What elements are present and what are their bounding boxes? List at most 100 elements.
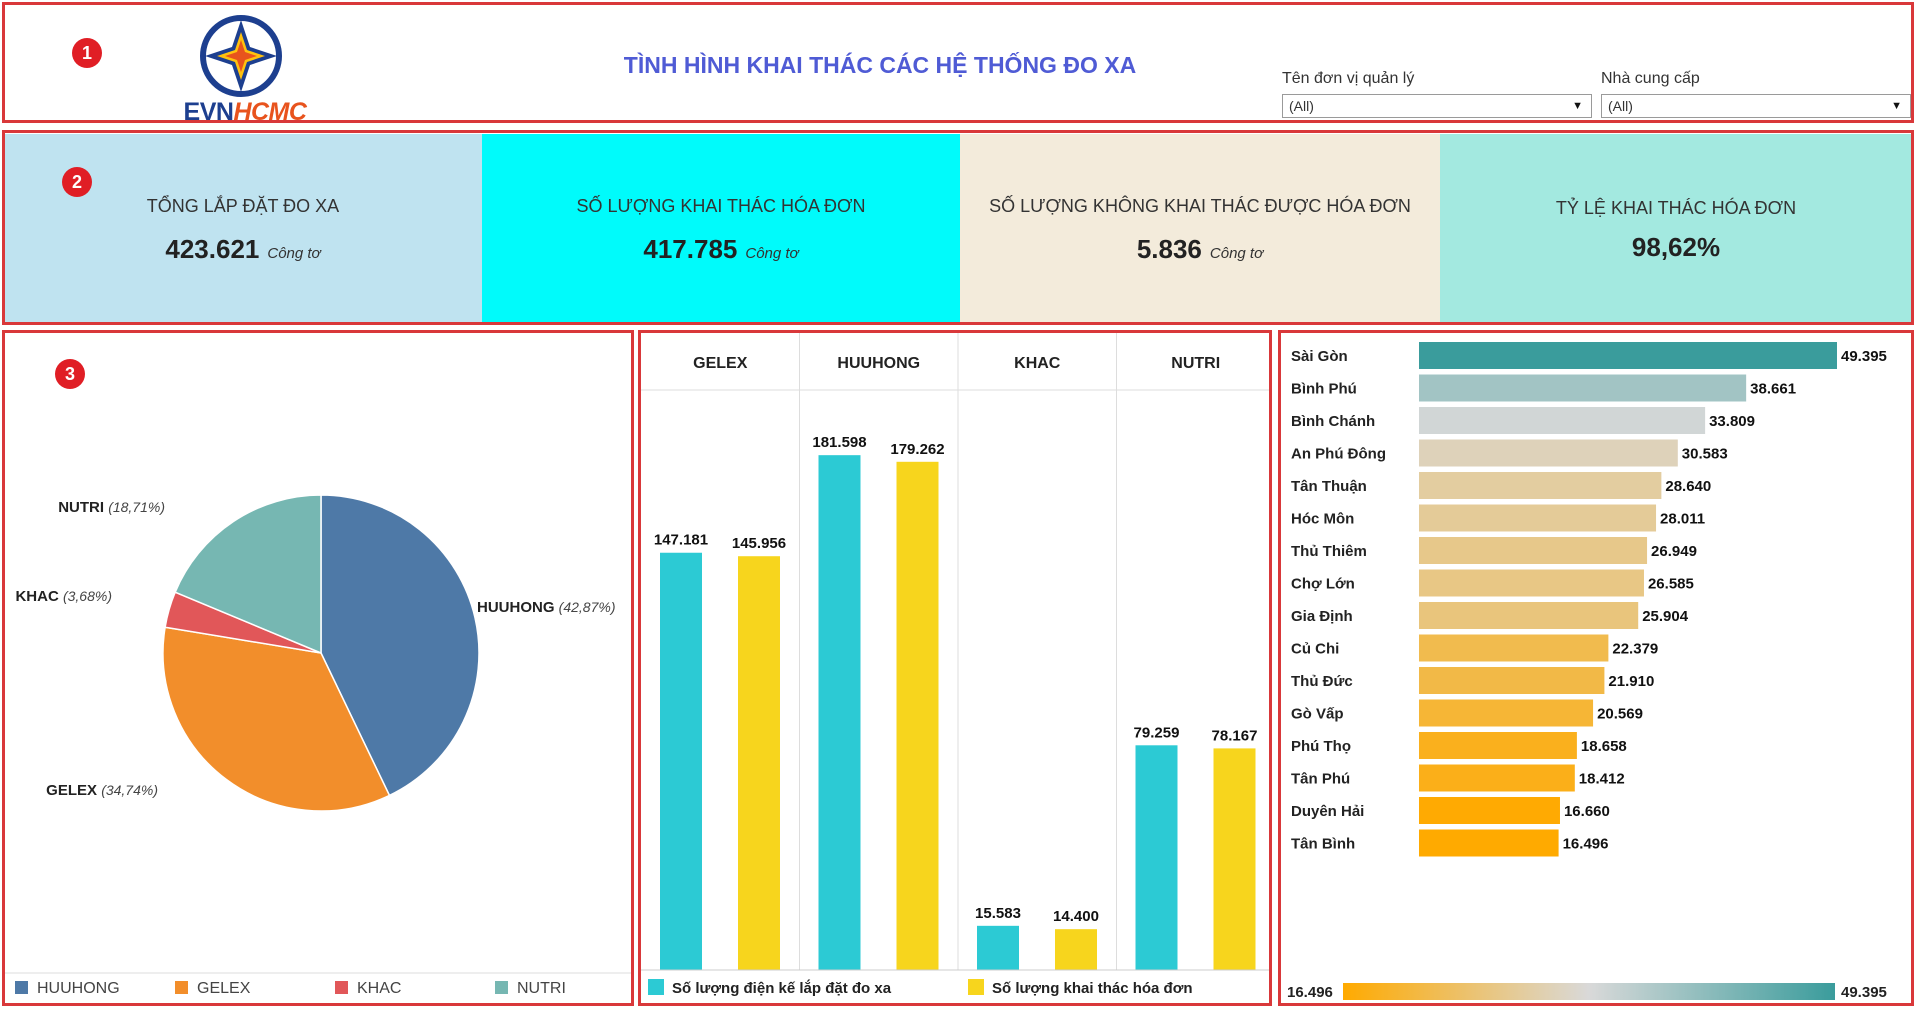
filter-don-vi-label: Tên đơn vị quản lý (1282, 70, 1415, 87)
hbar-bar[interactable] (1419, 732, 1577, 759)
color-scale-bar (1343, 983, 1835, 1000)
hbar-value-label: 16.496 (1563, 836, 1609, 853)
bar-chart: GELEX 147.181 145.956 HUUHONG 181.598 179.262… (641, 333, 1269, 997)
hbar-bar[interactable] (1419, 634, 1609, 662)
hbar-value-label: 18.412 (1579, 771, 1625, 788)
hbar-value-label: 26.949 (1651, 543, 1697, 560)
chevron-down-icon: ▼ (1891, 100, 1902, 112)
bar-category-huuhong: HUUHONG (837, 355, 920, 372)
bar-category-nutri: NUTRI (1171, 355, 1220, 372)
filter-nha-cung-cap: Nhà cung cấp (All) ▼ (1601, 70, 1911, 118)
hbar-bar[interactable] (1419, 602, 1639, 629)
hbar-value-label: 21.910 (1608, 673, 1654, 690)
hbar-category-label: Tân Phú (1291, 771, 1350, 788)
filter-don-vi-select[interactable]: (All) ▼ (1282, 94, 1592, 118)
chevron-down-icon: ▼ (1572, 100, 1583, 112)
color-scale-min-label: 16.496 (1287, 984, 1333, 1001)
filter-nha-cung-cap-label: Nhà cung cấp (1601, 70, 1700, 87)
bar-nutri-s2[interactable] (1213, 748, 1256, 970)
legend-label-gelex: GELEX (197, 980, 251, 997)
hbar-bar[interactable] (1419, 407, 1706, 434)
bar-nutri-s1[interactable] (1135, 745, 1178, 970)
hbar-category-label: Thủ Thiêm (1291, 543, 1367, 560)
hbar-bar[interactable] (1419, 829, 1559, 857)
legend-swatch-nutri (495, 981, 508, 994)
legend-label-series-2: Số lượng khai thác hóa đơn (992, 980, 1193, 997)
evn-logo: EVNHCMC (170, 10, 320, 126)
pie-label-huuhong: HUUHONG (42,87%) (477, 599, 615, 616)
evn-logo-icon (200, 15, 282, 97)
bar-category-khac: KHAC (1014, 355, 1061, 372)
hbar-bar[interactable] (1419, 342, 1837, 369)
hbar-bar[interactable] (1419, 537, 1648, 564)
filter-don-vi-value: (All) (1289, 98, 1314, 114)
hbar-category-label: Củ Chi (1291, 641, 1339, 658)
hbar-category-label: An Phú Đông (1291, 446, 1386, 463)
hbar-value-label: 49.395 (1841, 348, 1887, 365)
hbar-category-label: Bình Chánh (1291, 413, 1375, 430)
pie-chart: HUUHONG (42,87%) GELEX (34,74%) KHAC (3,68… (5, 494, 631, 997)
bar-huuhong-s1[interactable] (818, 455, 861, 970)
bar-value-label: 147.181 (654, 532, 708, 549)
bar-khac-s1[interactable] (977, 925, 1019, 970)
hbar-category-label: Bình Phú (1291, 381, 1357, 398)
legend-label-huuhong: HUUHONG (37, 980, 120, 997)
hbar-value-label: 20.569 (1597, 706, 1643, 723)
legend-swatch-series-2 (968, 979, 984, 995)
hbar-bar[interactable] (1419, 667, 1605, 694)
bar-gelex-s2[interactable] (738, 556, 780, 970)
hbar-bar[interactable] (1419, 797, 1560, 824)
hbar-category-label: Sài Gòn (1291, 348, 1348, 365)
color-scale-max-label: 49.395 (1841, 984, 1887, 1001)
hbar-value-label: 26.585 (1648, 576, 1694, 593)
hbar-value-label: 28.640 (1665, 478, 1711, 495)
hbar-bar[interactable] (1419, 439, 1678, 467)
legend-swatch-gelex (175, 981, 188, 994)
bar-gelex-s1[interactable] (660, 552, 702, 970)
hbar-value-label: 16.660 (1564, 803, 1610, 820)
hbar-bar[interactable] (1419, 569, 1644, 597)
legend-label-khac: KHAC (357, 980, 401, 997)
bar-khac-s2[interactable] (1055, 929, 1097, 970)
bar-huuhong-s2[interactable] (896, 461, 939, 970)
hbar-value-label: 25.904 (1642, 608, 1689, 625)
filter-nha-cung-cap-select[interactable]: (All) ▼ (1601, 94, 1911, 118)
hbar-value-label: 22.379 (1612, 641, 1658, 658)
hbar-category-label: Hóc Môn (1291, 511, 1354, 528)
section-badge-1: 1 (72, 38, 102, 68)
hbar-value-label: 28.011 (1660, 511, 1705, 528)
legend-label-series-1: Số lượng điện kế lắp đặt đo xa (672, 979, 892, 997)
filter-don-vi: Tên đơn vị quản lý (All) ▼ (1282, 70, 1592, 118)
bar-value-label: 78.167 (1212, 727, 1258, 744)
hbar-bar[interactable] (1419, 764, 1575, 792)
hbar-category-label: Phú Thọ (1291, 738, 1351, 755)
pie-label-khac: KHAC (3,68%) (15, 588, 112, 605)
hbar-value-label: 30.583 (1682, 446, 1728, 463)
legend-label-nutri: NUTRI (517, 980, 566, 997)
bar-value-label: 179.262 (890, 441, 944, 458)
hbar-category-label: Chợ Lớn (1291, 576, 1355, 593)
hbar-category-label: Tân Bình (1291, 836, 1355, 853)
pie-label-gelex: GELEX (34,74%) (46, 782, 158, 799)
hbar-bar[interactable] (1419, 504, 1657, 532)
bar-value-label: 181.598 (812, 434, 866, 451)
hbar-category-label: Tân Thuận (1291, 478, 1367, 495)
kpi-panel (2, 130, 1914, 325)
logo-text: EVNHCMC (183, 98, 307, 126)
hbar-category-label: Gia Định (1291, 608, 1353, 625)
legend-swatch-huuhong (15, 981, 28, 994)
hbar-bar[interactable] (1419, 699, 1594, 727)
page-title: TÌNH HÌNH KHAI THÁC CÁC HỆ THỐNG ĐO XA (623, 52, 1137, 78)
hbar-value-label: 33.809 (1709, 413, 1755, 430)
hbar-chart: Sài Gòn 49.395 Bình Phú 38.661 Bình Chánh 33.… (1287, 342, 1887, 1001)
hbar-value-label: 18.658 (1581, 738, 1627, 755)
hbar-category-label: Thủ Đức (1291, 673, 1353, 690)
hbar-bar[interactable] (1419, 472, 1662, 499)
hbar-bar[interactable] (1419, 374, 1747, 402)
section-badge-2: 2 (62, 167, 92, 197)
bar-value-label: 15.583 (975, 905, 1021, 922)
hbar-value-label: 38.661 (1750, 381, 1796, 398)
bar-category-gelex: GELEX (693, 355, 748, 372)
filter-nha-cung-cap-value: (All) (1608, 98, 1633, 114)
legend-swatch-series-1 (648, 979, 664, 995)
